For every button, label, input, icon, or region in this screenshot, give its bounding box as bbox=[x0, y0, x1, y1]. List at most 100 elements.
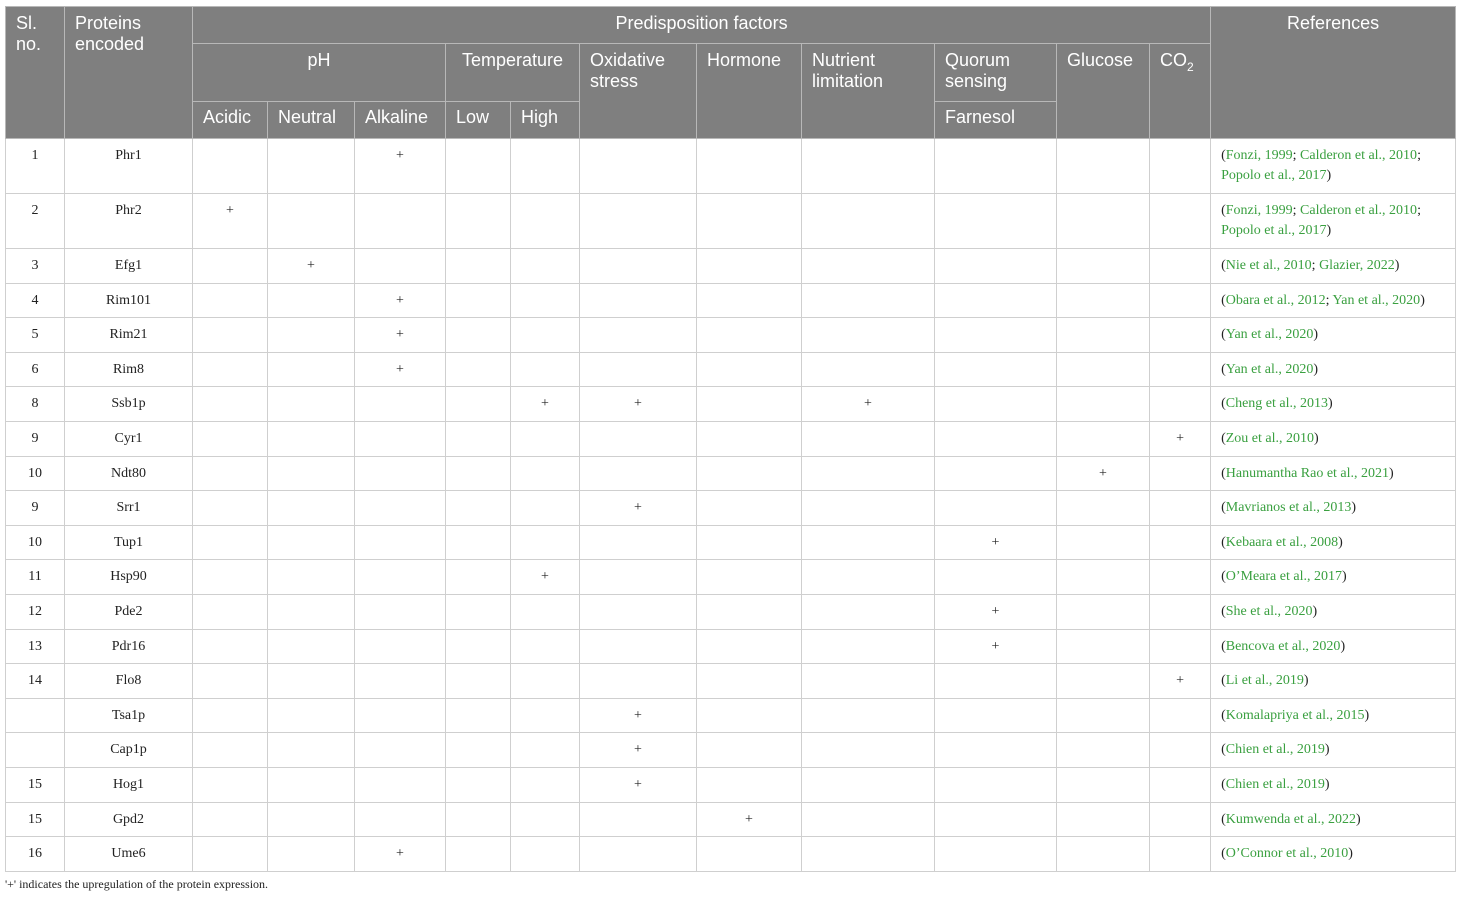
reference-link[interactable]: Chien et al., 2019 bbox=[1226, 742, 1325, 757]
cell-alkaline bbox=[354, 455, 446, 492]
header-oxidative: Oxidative stress bbox=[579, 43, 697, 139]
cell-protein: Ume6 bbox=[64, 836, 193, 872]
reference-link[interactable]: Glazier, 2022 bbox=[1319, 258, 1395, 273]
cell-farnesol bbox=[934, 351, 1057, 388]
cell-hormone bbox=[696, 282, 802, 319]
reference-link[interactable]: Yan et al., 2020 bbox=[1226, 327, 1314, 342]
cell-oxidative bbox=[579, 524, 697, 561]
reference-link[interactable]: Komalapriya et al., 2015 bbox=[1226, 708, 1365, 723]
cell-acidic bbox=[192, 138, 268, 194]
table-row: 6 Rim8 + (Yan et al., 2020) bbox=[5, 351, 1457, 388]
reference-link[interactable]: Mavrianos et al., 2013 bbox=[1226, 500, 1352, 515]
reference-link[interactable]: Popolo et al., 2017 bbox=[1221, 223, 1326, 238]
cell-alkaline bbox=[354, 386, 446, 422]
cell-neutral bbox=[267, 193, 355, 249]
cell-glucose bbox=[1056, 193, 1150, 249]
cell-nutrient bbox=[801, 766, 935, 803]
table-row: 10 Tup1 + (Kebaara et al., 2008) bbox=[5, 524, 1457, 561]
cell-glucose bbox=[1056, 351, 1150, 388]
cell-glucose bbox=[1056, 420, 1150, 457]
cell-alkaline: + bbox=[354, 138, 446, 194]
cell-high bbox=[510, 593, 580, 630]
cell-alkaline: + bbox=[354, 282, 446, 319]
cell-low bbox=[445, 317, 511, 353]
cell-references: (Bencova et al., 2020) bbox=[1210, 628, 1457, 665]
reference-link[interactable]: Cheng et al., 2013 bbox=[1226, 396, 1328, 411]
cell-co2 bbox=[1148, 386, 1212, 422]
reference-link[interactable]: Hanumantha Rao et al., 2021 bbox=[1226, 466, 1389, 481]
cell-low bbox=[445, 697, 511, 734]
cell-co2 bbox=[1148, 628, 1212, 665]
reference-link[interactable]: Obara et al., 2012 bbox=[1226, 293, 1326, 308]
cell-protein: Pdr16 bbox=[64, 628, 193, 665]
cell-oxidative bbox=[579, 317, 697, 353]
cell-hormone bbox=[696, 420, 802, 457]
protein-table-container: Sl. no. Proteins encoded Predisposition … bbox=[5, 6, 1457, 872]
reference-link[interactable]: Kebaara et al., 2008 bbox=[1226, 535, 1338, 550]
cell-hormone: + bbox=[696, 801, 802, 838]
cell-nutrient bbox=[801, 801, 935, 838]
cell-hormone bbox=[696, 732, 802, 768]
reference-link[interactable]: Chien et al., 2019 bbox=[1226, 777, 1325, 792]
cell-low bbox=[445, 836, 511, 872]
reference-link[interactable]: Popolo et al., 2017 bbox=[1221, 168, 1326, 183]
cell-hormone bbox=[696, 766, 802, 803]
table-body: 1 Phr1 + (Fonzi, 1999; Calderon et al., 201… bbox=[5, 138, 1457, 872]
reference-link[interactable]: O’Connor et al., 2010 bbox=[1226, 846, 1348, 861]
cell-sl-no: 1 bbox=[5, 138, 65, 194]
cell-acidic bbox=[192, 836, 268, 872]
reference-link[interactable]: Kumwenda et al., 2022 bbox=[1226, 812, 1356, 827]
co2-subscript: 2 bbox=[1187, 60, 1194, 74]
cell-co2 bbox=[1148, 193, 1212, 249]
cell-glucose bbox=[1056, 248, 1150, 284]
cell-high bbox=[510, 193, 580, 249]
cell-acidic bbox=[192, 593, 268, 630]
cell-farnesol bbox=[934, 801, 1057, 838]
cell-references: (Obara et al., 2012; Yan et al., 2020) bbox=[1210, 282, 1457, 319]
reference-link[interactable]: Bencova et al., 2020 bbox=[1226, 639, 1341, 654]
cell-high bbox=[510, 663, 580, 699]
reference-link[interactable]: Fonzi, 1999 bbox=[1226, 203, 1293, 218]
cell-farnesol bbox=[934, 420, 1057, 457]
table-row: 2 Phr2 + (Fonzi, 1999; Calderon et al., 201… bbox=[5, 193, 1457, 249]
cell-hormone bbox=[696, 386, 802, 422]
reference-link[interactable]: Calderon et al., 2010 bbox=[1300, 148, 1417, 163]
protein-table: Sl. no. Proteins encoded Predisposition … bbox=[5, 6, 1457, 872]
table-row: 12 Pde2 + (She et al., 2020) bbox=[5, 593, 1457, 630]
cell-oxidative bbox=[579, 455, 697, 492]
cell-nutrient bbox=[801, 663, 935, 699]
cell-co2 bbox=[1148, 593, 1212, 630]
table-row: Tsa1p + (Komalapriya et al., 2015) bbox=[5, 697, 1457, 734]
cell-oxidative bbox=[579, 628, 697, 665]
cell-co2 bbox=[1148, 836, 1212, 872]
cell-references: (Mavrianos et al., 2013) bbox=[1210, 490, 1457, 526]
cell-references: (She et al., 2020) bbox=[1210, 593, 1457, 630]
cell-neutral bbox=[267, 663, 355, 699]
reference-link[interactable]: Nie et al., 2010 bbox=[1226, 258, 1312, 273]
reference-link[interactable]: Zou et al., 2010 bbox=[1226, 431, 1314, 446]
reference-link[interactable]: Calderon et al., 2010 bbox=[1300, 203, 1417, 218]
reference-link[interactable]: Fonzi, 1999 bbox=[1226, 148, 1293, 163]
cell-references: (Li et al., 2019) bbox=[1210, 663, 1457, 699]
cell-co2 bbox=[1148, 766, 1212, 803]
cell-farnesol bbox=[934, 732, 1057, 768]
cell-references: (Cheng et al., 2013) bbox=[1210, 386, 1457, 422]
cell-nutrient bbox=[801, 317, 935, 353]
reference-link[interactable]: Yan et al., 2020 bbox=[1226, 362, 1314, 377]
reference-link[interactable]: Yan et al., 2020 bbox=[1333, 293, 1421, 308]
cell-high bbox=[510, 490, 580, 526]
cell-neutral bbox=[267, 766, 355, 803]
cell-sl-no: 16 bbox=[5, 836, 65, 872]
reference-link[interactable]: She et al., 2020 bbox=[1226, 604, 1313, 619]
reference-link[interactable]: O’Meara et al., 2017 bbox=[1226, 569, 1342, 584]
header-references: References bbox=[1210, 6, 1457, 139]
cell-oxidative: + bbox=[579, 732, 697, 768]
cell-low bbox=[445, 801, 511, 838]
cell-farnesol bbox=[934, 455, 1057, 492]
cell-hormone bbox=[696, 193, 802, 249]
table-header: Sl. no. Proteins encoded Predisposition … bbox=[5, 6, 1457, 139]
cell-alkaline bbox=[354, 420, 446, 457]
cell-neutral bbox=[267, 490, 355, 526]
cell-nutrient bbox=[801, 732, 935, 768]
reference-link[interactable]: Li et al., 2019 bbox=[1226, 673, 1304, 688]
